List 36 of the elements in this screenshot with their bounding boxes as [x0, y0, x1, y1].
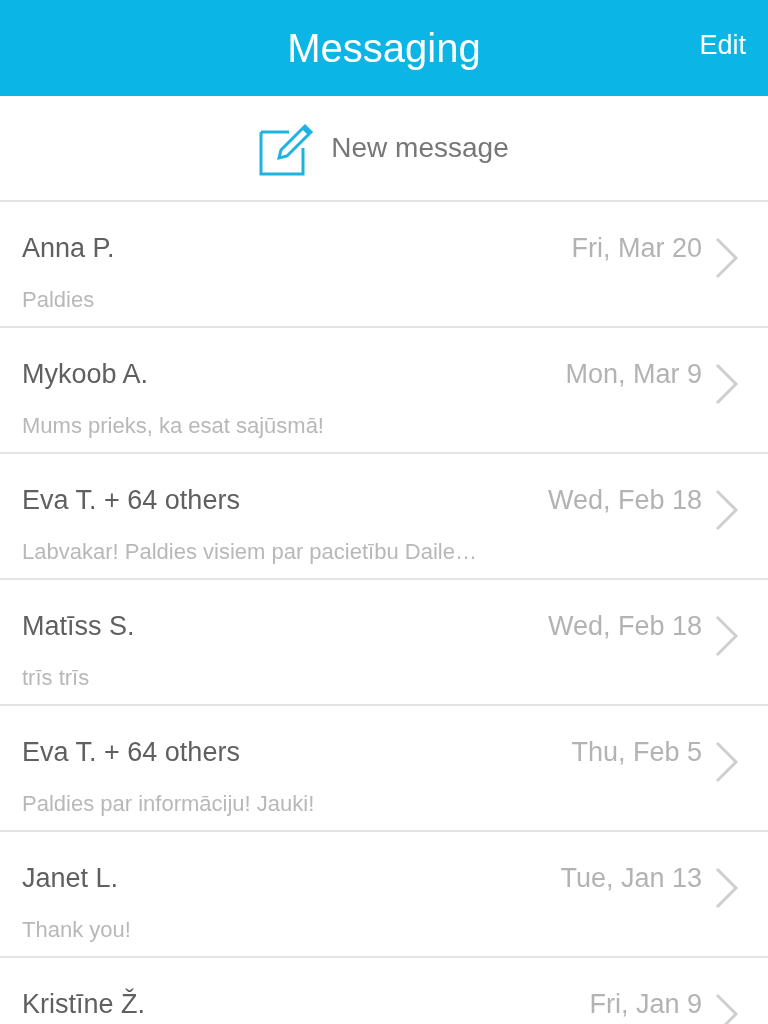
- conversation-row[interactable]: Janet L. Tue, Jan 13 Thank you!: [0, 832, 768, 958]
- chevron-right-icon: [714, 614, 740, 658]
- message-preview: Mums prieks, ka esat sajūsmā!: [22, 411, 325, 440]
- contact-name: Matīss S.: [22, 610, 135, 643]
- conversation-row[interactable]: Matīss S. Wed, Feb 18 trīs trīs: [0, 580, 768, 706]
- chevron-right-icon: [714, 866, 740, 910]
- chevron-right-icon: [714, 992, 740, 1024]
- chevron-right-icon: [714, 488, 740, 532]
- conversation-row[interactable]: Eva T. + 64 others Thu, Feb 5 Paldies par informāciju! Jauki!: [0, 706, 768, 832]
- conversation-row[interactable]: Anna P. Fri, Mar 20 Paldies: [0, 202, 768, 328]
- chevron-right-icon: [714, 236, 740, 280]
- contact-name: Eva T. + 64 others: [22, 484, 240, 517]
- new-message-button[interactable]: New message: [0, 96, 768, 202]
- message-date: Mon, Mar 9: [565, 358, 702, 391]
- message-date: Wed, Feb 18: [547, 484, 702, 517]
- chevron-right-icon: [714, 362, 740, 406]
- contact-name: Eva T. + 64 others: [22, 736, 240, 769]
- message-date: Thu, Feb 5: [571, 736, 702, 769]
- message-preview: Thank you!: [22, 915, 132, 944]
- conversation-row[interactable]: Mykoob A. Mon, Mar 9 Mums prieks, ka esat sajūsmā!: [0, 328, 768, 454]
- message-date: Wed, Feb 18: [547, 610, 702, 643]
- conversation-row[interactable]: Kristīne Ž. Fri, Jan 9: [0, 958, 768, 1024]
- contact-name: Janet L.: [22, 862, 119, 895]
- message-date: Fri, Mar 20: [571, 232, 702, 265]
- contact-name: Anna P.: [22, 232, 115, 265]
- chevron-right-icon: [714, 740, 740, 784]
- conversation-row[interactable]: Eva T. + 64 others Wed, Feb 18 Labvakar! Paldies visiem par pacietību Daile…: [0, 454, 768, 580]
- message-date: Tue, Jan 13: [560, 862, 702, 895]
- message-preview: trīs trīs: [22, 663, 91, 692]
- message-date: Fri, Jan 9: [589, 988, 702, 1021]
- message-preview: Paldies par informāciju! Jauki!: [22, 789, 316, 818]
- header-title: Messaging: [287, 25, 481, 72]
- message-preview: Labvakar! Paldies visiem par pacietību Daile…: [22, 537, 478, 566]
- message-preview: Paldies: [22, 285, 96, 314]
- contact-name: Kristīne Ž.: [22, 987, 146, 1021]
- contact-name: Mykoob A.: [22, 358, 149, 391]
